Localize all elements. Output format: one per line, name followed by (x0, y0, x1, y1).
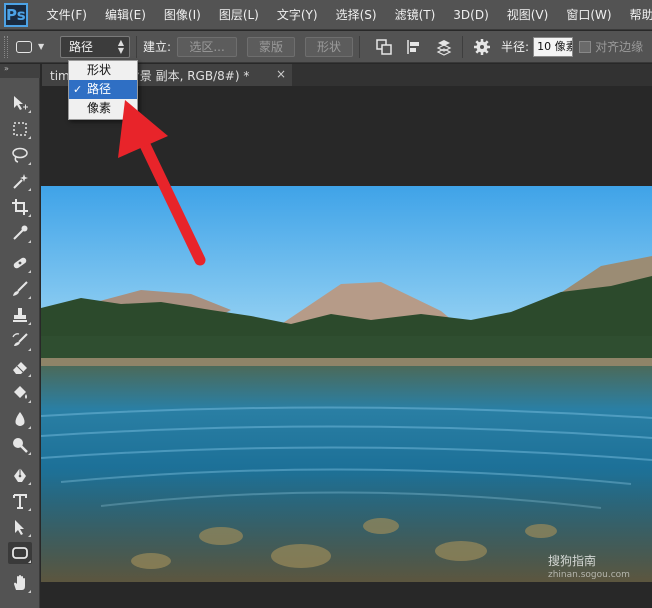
geometry-settings-button[interactable] (469, 36, 495, 58)
menu-3d[interactable]: 3D(D) (444, 0, 497, 30)
toolbox (0, 78, 40, 608)
chevron-down-icon: ▼ (38, 42, 45, 51)
rounded-rect-icon (16, 40, 32, 53)
menu-window[interactable]: 窗口(W) (557, 0, 620, 30)
divider (136, 35, 137, 58)
stamp-icon (13, 308, 27, 322)
menu-file[interactable]: 文件(F) (38, 0, 96, 30)
app-logo: Ps (4, 2, 28, 27)
path-operations-icon (376, 38, 392, 55)
lasso-tool[interactable] (8, 144, 32, 166)
make-selection-button[interactable]: 选区... (177, 36, 238, 57)
menu-filter[interactable]: 滤镜(T) (386, 0, 445, 30)
healing-brush-tool[interactable] (8, 252, 32, 274)
move-icon (14, 96, 28, 110)
path-arrangement-icon (436, 39, 452, 56)
menu-bar: Ps 文件(F) 编辑(E) 图像(I) 图层(L) 文字(Y) 选择(S) 滤… (0, 0, 652, 30)
eyedropper-icon (13, 225, 28, 240)
clone-stamp-tool[interactable] (8, 304, 32, 326)
move-tool[interactable] (8, 92, 32, 114)
checkmark-icon: ✓ (73, 83, 83, 96)
double-chevron-icon: » (4, 64, 9, 73)
magic-wand-icon (13, 174, 28, 189)
menu-help[interactable]: 帮助(H) (621, 0, 652, 30)
history-brush-icon (12, 333, 28, 346)
align-edges-label: 对齐边缘 (595, 40, 644, 54)
path-selection-tool[interactable] (8, 516, 32, 538)
lasso-icon (12, 147, 28, 163)
path-operations-button[interactable] (372, 36, 396, 58)
brush-tool[interactable] (8, 278, 32, 300)
tool-mode-value: 路径 (69, 40, 94, 54)
make-mask-button[interactable]: 蒙版 (247, 36, 296, 57)
pen-icon (14, 468, 26, 482)
canvas-area[interactable] (41, 86, 652, 608)
type-icon (13, 494, 27, 509)
make-shape-button[interactable]: 形状 (305, 36, 354, 57)
crop-tool[interactable] (8, 196, 32, 218)
dropdown-item-pixels[interactable]: 像素 (69, 99, 137, 118)
eraser-icon (13, 362, 27, 374)
marquee-tool[interactable] (8, 118, 32, 140)
blur-icon (15, 412, 25, 426)
menu-view[interactable]: 视图(V) (498, 0, 558, 30)
tool-preset-picker[interactable]: ▼ (16, 35, 56, 59)
dodge-icon (13, 438, 28, 453)
path-select-icon (15, 520, 24, 535)
magic-wand-tool[interactable] (8, 170, 32, 192)
bucket-icon (14, 386, 27, 399)
menu-select[interactable]: 选择(S) (327, 0, 386, 30)
path-alignment-button[interactable] (402, 36, 426, 58)
hand-icon (14, 575, 25, 590)
menu-layer[interactable]: 图层(L) (210, 0, 268, 30)
dropdown-item-shape[interactable]: 形状 (69, 61, 137, 80)
blur-tool[interactable] (8, 408, 32, 430)
paint-bucket-tool[interactable] (8, 382, 32, 404)
menu-image[interactable]: 图像(I) (155, 0, 210, 30)
tool-mode-select[interactable]: 路径 ▲ ▼ (60, 35, 130, 58)
pen-tool[interactable] (8, 464, 32, 486)
options-bar: ▼ 路径 ▲ ▼ 建立: 选区... 蒙版 形状 半径: 10 像素 对齐边缘 (0, 31, 652, 63)
crop-icon (12, 199, 28, 215)
path-arrangement-button[interactable] (432, 36, 456, 58)
toolbox-collapse-strip[interactable]: » (0, 64, 40, 78)
updown-arrows-icon: ▲ ▼ (117, 37, 124, 55)
history-brush-tool[interactable] (8, 330, 32, 352)
divider (359, 35, 361, 58)
gear-icon (474, 38, 491, 55)
options-grip[interactable] (4, 35, 8, 58)
document-image[interactable] (41, 186, 652, 582)
eyedropper-tool[interactable] (8, 222, 32, 244)
eraser-tool[interactable] (8, 356, 32, 378)
radius-input[interactable]: 10 像素 (533, 36, 574, 57)
watermark-text: 搜狗指南 (548, 554, 597, 568)
healing-icon (13, 257, 27, 269)
path-alignment-icon (407, 39, 420, 54)
hand-tool[interactable] (8, 572, 32, 594)
close-icon[interactable]: × (276, 67, 286, 81)
radius-label: 半径: (501, 40, 530, 54)
dropdown-item-label: 像素 (87, 101, 112, 115)
lake-mountain-photo (41, 186, 652, 582)
type-tool[interactable] (8, 490, 32, 512)
tool-mode-dropdown: 形状 ✓ 路径 像素 (68, 60, 138, 120)
dropdown-item-label: 形状 (87, 63, 112, 77)
watermark-subtext: zhinan.sogou.com (548, 570, 630, 580)
make-label: 建立: (143, 40, 172, 54)
dodge-tool[interactable] (8, 434, 32, 456)
brush-icon (13, 281, 28, 296)
marquee-icon (13, 122, 27, 136)
menu-edit[interactable]: 编辑(E) (96, 0, 155, 30)
dropdown-item-path[interactable]: ✓ 路径 (69, 80, 137, 99)
rounded-rect-icon (12, 547, 28, 559)
rounded-rectangle-tool[interactable] (8, 542, 32, 564)
divider (462, 35, 464, 58)
dropdown-item-label: 路径 (87, 82, 112, 96)
menu-type[interactable]: 文字(Y) (268, 0, 327, 30)
watermark: 搜狗指南 zhinan.sogou.com (548, 552, 630, 580)
align-edges-checkbox[interactable] (579, 40, 592, 53)
